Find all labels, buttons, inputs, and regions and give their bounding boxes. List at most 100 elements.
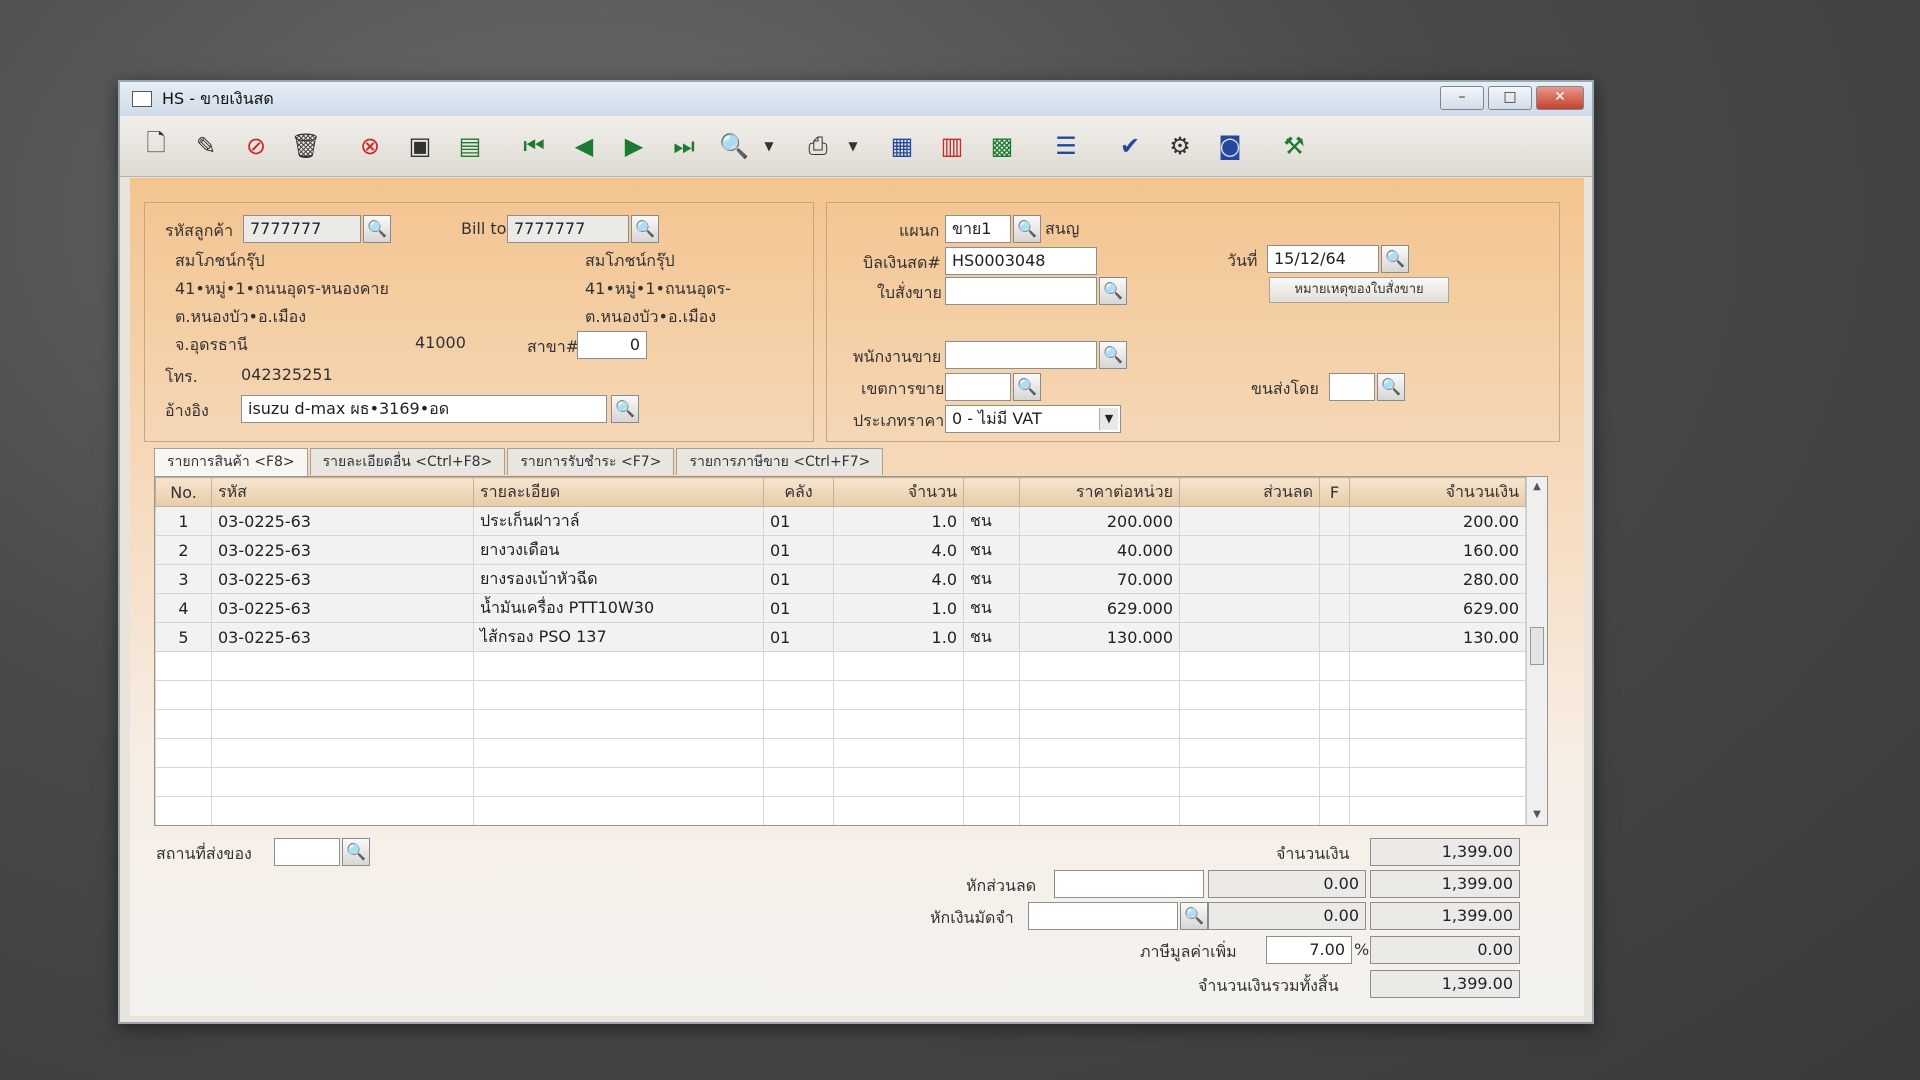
- empty-cell[interactable]: [211, 738, 474, 768]
- col-warehouse[interactable]: คลัง: [763, 477, 834, 507]
- empty-cell[interactable]: [1019, 767, 1180, 797]
- prev-record-icon[interactable]: ◀: [562, 124, 606, 168]
- empty-cell[interactable]: [963, 796, 1020, 825]
- chevron-down-icon[interactable]: ▼: [1099, 408, 1118, 430]
- empty-cell[interactable]: [1349, 767, 1526, 797]
- ok-icon[interactable]: ◙: [1208, 124, 1252, 168]
- close-button[interactable]: ✕: [1536, 86, 1584, 110]
- empty-cell[interactable]: [473, 796, 764, 825]
- empty-cell[interactable]: [1019, 651, 1180, 681]
- tab-items[interactable]: รายการสินค้า <F8>: [154, 448, 308, 477]
- table-row[interactable]: 2 03-0225-63 ยางวงเดือน 01 4.0 ชน 40.000 160.00: [155, 535, 1526, 565]
- empty-cell[interactable]: [473, 651, 764, 681]
- save-icon[interactable]: ▣: [398, 124, 442, 168]
- empty-cell[interactable]: [211, 796, 474, 825]
- cell-flag[interactable]: [1319, 622, 1350, 652]
- ship-location-input[interactable]: [274, 838, 340, 866]
- cell-unit[interactable]: ชน: [963, 593, 1020, 623]
- cell-unit-price[interactable]: 70.000: [1019, 564, 1180, 594]
- cell-discount[interactable]: [1179, 622, 1320, 652]
- cell-warehouse[interactable]: 01: [763, 622, 834, 652]
- empty-cell[interactable]: [1179, 651, 1320, 681]
- cell-quantity[interactable]: 4.0: [833, 564, 964, 594]
- empty-cell[interactable]: [1319, 738, 1350, 768]
- empty-cell[interactable]: [1319, 680, 1350, 710]
- empty-cell[interactable]: [155, 767, 212, 797]
- empty-cell[interactable]: [211, 680, 474, 710]
- empty-cell[interactable]: [763, 738, 834, 768]
- cell-quantity[interactable]: 4.0: [833, 535, 964, 565]
- vat-rate-input[interactable]: 7.00: [1266, 936, 1352, 964]
- tools-icon[interactable]: ⚙: [1158, 124, 1202, 168]
- title-bar[interactable]: HS - ขายเงินสด – □ ✕: [120, 82, 1592, 116]
- cell-description[interactable]: ประเก็นฝาวาล์: [473, 506, 764, 536]
- empty-cell[interactable]: [1349, 651, 1526, 681]
- empty-cell[interactable]: [1179, 738, 1320, 768]
- empty-cell[interactable]: [1019, 738, 1180, 768]
- cell-code[interactable]: 03-0225-63: [211, 506, 474, 536]
- empty-cell[interactable]: [1319, 767, 1350, 797]
- cell-unit-price[interactable]: 130.000: [1019, 622, 1180, 652]
- empty-cell[interactable]: [833, 796, 964, 825]
- cell-description[interactable]: ไส้กรอง PSO 137: [473, 622, 764, 652]
- cell-warehouse[interactable]: 01: [763, 535, 834, 565]
- empty-cell[interactable]: [155, 680, 212, 710]
- cell-flag[interactable]: [1319, 593, 1350, 623]
- cell-quantity[interactable]: 1.0: [833, 593, 964, 623]
- empty-cell[interactable]: [1019, 796, 1180, 825]
- cell-amount[interactable]: 130.00: [1349, 622, 1526, 652]
- table-row[interactable]: 1 03-0225-63 ประเก็นฝาวาล์ 01 1.0 ชน 200.000 20…: [155, 506, 1526, 536]
- salesman-search-icon[interactable]: 🔍: [1099, 341, 1127, 369]
- last-record-icon[interactable]: ⏭: [662, 124, 706, 168]
- cell-warehouse[interactable]: 01: [763, 564, 834, 594]
- empty-cell[interactable]: [833, 738, 964, 768]
- cell-no[interactable]: 2: [155, 535, 212, 565]
- cell-amount[interactable]: 280.00: [1349, 564, 1526, 594]
- empty-cell[interactable]: [1349, 738, 1526, 768]
- cell-no[interactable]: 3: [155, 564, 212, 594]
- bill-to-input[interactable]: 7777777: [507, 215, 629, 243]
- cell-discount[interactable]: [1179, 593, 1320, 623]
- ship-by-search-icon[interactable]: 🔍: [1377, 373, 1405, 401]
- sales-order-input[interactable]: [945, 277, 1097, 305]
- discount-input[interactable]: [1054, 870, 1204, 898]
- cell-amount[interactable]: 629.00: [1349, 593, 1526, 623]
- empty-cell[interactable]: [211, 767, 474, 797]
- empty-cell[interactable]: [211, 709, 474, 739]
- cell-unit-price[interactable]: 200.000: [1019, 506, 1180, 536]
- date-input[interactable]: 15/12/64: [1267, 245, 1379, 273]
- cell-code[interactable]: 03-0225-63: [211, 564, 474, 594]
- empty-cell[interactable]: [473, 738, 764, 768]
- form-icon[interactable]: ▥: [930, 124, 974, 168]
- cell-amount[interactable]: 200.00: [1349, 506, 1526, 536]
- scroll-thumb[interactable]: [1530, 627, 1544, 665]
- empty-cell[interactable]: [1179, 796, 1320, 825]
- empty-cell[interactable]: [473, 680, 764, 710]
- bill-to-search-icon[interactable]: 🔍: [631, 215, 659, 243]
- vertical-scrollbar[interactable]: ▲ ▼: [1526, 477, 1547, 825]
- empty-cell[interactable]: [763, 709, 834, 739]
- report-icon[interactable]: ▩: [980, 124, 1024, 168]
- col-unit-price[interactable]: ราคาต่อหน่วย: [1019, 477, 1180, 507]
- empty-cell[interactable]: [1179, 680, 1320, 710]
- tab-payments[interactable]: รายการรับชำระ <F7>: [507, 448, 675, 475]
- sales-area-search-icon[interactable]: 🔍: [1013, 373, 1041, 401]
- ship-by-input[interactable]: [1329, 373, 1375, 401]
- empty-cell[interactable]: [155, 738, 212, 768]
- cell-code[interactable]: 03-0225-63: [211, 593, 474, 623]
- cell-code[interactable]: 03-0225-63: [211, 622, 474, 652]
- tab-sales-tax[interactable]: รายการภาษีขาย <Ctrl+F7>: [676, 448, 884, 475]
- cell-flag[interactable]: [1319, 564, 1350, 594]
- date-picker-icon[interactable]: 🔍: [1381, 245, 1409, 273]
- empty-cell[interactable]: [833, 709, 964, 739]
- cell-quantity[interactable]: 1.0: [833, 506, 964, 536]
- scroll-up-icon[interactable]: ▲: [1527, 477, 1547, 497]
- cell-flag[interactable]: [1319, 535, 1350, 565]
- empty-cell[interactable]: [963, 651, 1020, 681]
- minimize-button[interactable]: –: [1440, 86, 1484, 110]
- col-amount[interactable]: จำนวนเงิน: [1349, 477, 1526, 507]
- empty-row[interactable]: [155, 796, 1526, 825]
- next-record-icon[interactable]: ▶: [612, 124, 656, 168]
- sales-area-input[interactable]: [945, 373, 1011, 401]
- cell-flag[interactable]: [1319, 506, 1350, 536]
